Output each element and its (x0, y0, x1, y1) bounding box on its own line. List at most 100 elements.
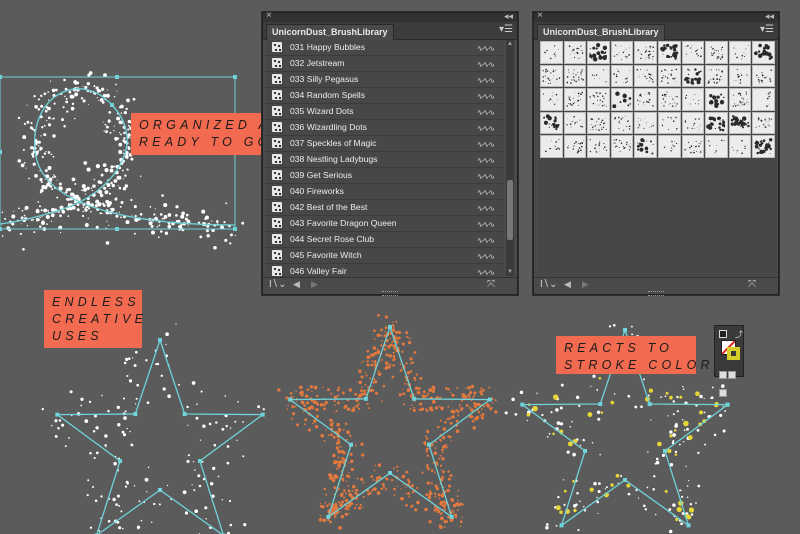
brush-thumbnail[interactable] (540, 135, 563, 158)
brush-thumbnail[interactable] (681, 135, 705, 158)
brush-thumbnail[interactable] (563, 111, 587, 135)
anchor-point[interactable] (725, 402, 730, 407)
swap-colors-icon[interactable]: ⤴ (735, 329, 743, 340)
brush-list-item[interactable]: 032 Jetstream ∿∿∿ (266, 56, 504, 72)
brush-thumbnail[interactable] (728, 64, 752, 88)
brush-thumbnail[interactable] (587, 135, 610, 158)
brush-thumbnail[interactable] (705, 135, 728, 158)
brush-thumbnail[interactable] (634, 88, 657, 111)
brush-list-item[interactable]: 040 Fireworks ∿∿∿ (266, 184, 504, 200)
brush-thumbnail[interactable] (705, 88, 728, 111)
anchor-point[interactable] (662, 448, 667, 453)
delete-brush-icon[interactable]: ⤧ (487, 279, 495, 290)
delete-brush-icon[interactable]: ⤧ (748, 279, 756, 290)
color-mode-icon[interactable] (719, 371, 727, 379)
anchor-point[interactable] (388, 471, 392, 475)
anchor-point[interactable] (520, 402, 525, 407)
panel-menu-icon[interactable]: ▾☰ (499, 24, 513, 36)
brush-library-icon[interactable]: I∖⌄ (540, 279, 558, 290)
brush-thumbnail[interactable] (657, 64, 681, 88)
anchor-point[interactable] (349, 442, 354, 447)
brush-list-item[interactable]: 044 Secret Rose Club ∿∿∿ (266, 232, 504, 248)
brush-list-item[interactable]: 037 Speckles of Magic ∿∿∿ (266, 136, 504, 152)
brush-thumbnail[interactable] (728, 111, 752, 135)
anchor-point[interactable] (118, 458, 123, 463)
close-icon[interactable]: × (537, 10, 543, 22)
brush-list-item[interactable]: 034 Random Spells ∿∿∿ (266, 88, 504, 104)
anchor-point[interactable] (158, 488, 162, 492)
brush-thumbnail[interactable] (587, 111, 610, 135)
brush-thumbnail[interactable] (610, 135, 634, 158)
brush-list-item[interactable]: 046 Valley Fair ∿∿∿ (266, 264, 504, 278)
previous-arrow-icon[interactable]: ◀ (564, 279, 571, 290)
brush-thumbnail[interactable] (634, 41, 657, 64)
panel-title-bar[interactable]: × ◂◂ (534, 10, 778, 22)
brush-thumbnail[interactable] (634, 64, 657, 88)
brush-thumbnail[interactable] (705, 64, 728, 88)
anchor-point[interactable] (326, 514, 331, 519)
brush-thumbnail[interactable] (540, 88, 563, 111)
brush-thumbnail[interactable] (634, 135, 657, 158)
brush-thumbnail[interactable] (752, 64, 775, 88)
anchor-point[interactable] (260, 412, 265, 417)
anchor-point[interactable] (233, 75, 237, 79)
default-colors-icon[interactable] (719, 330, 727, 338)
anchor-point[interactable] (233, 227, 237, 231)
brush-thumbnail[interactable] (610, 64, 634, 88)
anchor-point[interactable] (388, 325, 392, 329)
anchor-point[interactable] (647, 402, 652, 407)
anchor-point[interactable] (412, 396, 417, 401)
none-mode-icon[interactable] (719, 389, 727, 397)
anchor-point[interactable] (182, 412, 187, 417)
brush-thumbnail[interactable] (634, 111, 657, 135)
brush-thumbnail[interactable] (540, 64, 563, 88)
brush-thumbnail[interactable] (657, 135, 681, 158)
brush-thumbnail[interactable] (681, 88, 705, 111)
brush-thumbnail[interactable] (657, 88, 681, 111)
brush-thumbnail[interactable] (563, 41, 587, 64)
anchor-point[interactable] (115, 227, 119, 231)
anchor-point[interactable] (426, 442, 431, 447)
tab-brush-library[interactable]: UnicornDust_BrushLibrary (537, 24, 665, 40)
anchor-point[interactable] (288, 397, 293, 402)
anchor-point[interactable] (487, 397, 492, 402)
brush-list-item[interactable]: 033 Silly Pegasus ∿∿∿ (266, 72, 504, 88)
anchor-point[interactable] (598, 402, 603, 407)
anchor-point[interactable] (158, 338, 162, 342)
brush-list-item[interactable]: 031 Happy Bubbles ∿∿∿ (266, 40, 504, 56)
anchor-point[interactable] (449, 514, 454, 519)
brush-thumbnail[interactable] (610, 88, 634, 111)
brush-library-icon[interactable]: I∖⌄ (269, 279, 287, 290)
collapse-icon[interactable]: ◂◂ (504, 10, 513, 22)
anchor-point[interactable] (363, 396, 368, 401)
brush-thumbnail[interactable] (610, 41, 634, 64)
brush-thumbnail[interactable] (587, 41, 610, 64)
tab-brush-library[interactable]: UnicornDust_BrushLibrary (266, 24, 394, 40)
anchor-point[interactable] (623, 328, 627, 332)
brush-thumbnail[interactable] (657, 41, 681, 64)
collapse-icon[interactable]: ◂◂ (765, 10, 774, 22)
brush-thumbnail[interactable] (657, 111, 681, 135)
brush-thumbnail[interactable] (728, 41, 752, 64)
anchor-point[interactable] (115, 75, 119, 79)
list-scrollbar[interactable]: ▲ ▼ (506, 40, 514, 276)
anchor-point[interactable] (110, 103, 114, 107)
resize-grip[interactable] (648, 291, 664, 296)
brush-thumbnail[interactable] (728, 88, 752, 111)
next-arrow-icon[interactable]: ▶ (311, 279, 318, 290)
anchor-point[interactable] (0, 227, 2, 231)
scroll-thumb[interactable] (507, 180, 513, 240)
stroke-color-swatch[interactable] (727, 347, 740, 360)
anchor-point[interactable] (559, 523, 564, 528)
brush-thumbnail[interactable] (540, 41, 563, 64)
brush-list-item[interactable]: 045 Favorite Witch ∿∿∿ (266, 248, 504, 264)
brush-list-item[interactable]: 035 Wizard Dots ∿∿∿ (266, 104, 504, 120)
brush-thumbnail[interactable] (705, 111, 728, 135)
scroll-down-icon[interactable]: ▼ (506, 268, 514, 276)
anchor-point[interactable] (133, 412, 138, 417)
anchor-point[interactable] (197, 458, 202, 463)
brush-thumbnail[interactable] (752, 135, 775, 158)
previous-arrow-icon[interactable]: ◀ (293, 279, 300, 290)
close-icon[interactable]: × (266, 10, 272, 22)
gradient-mode-icon[interactable] (728, 371, 736, 379)
